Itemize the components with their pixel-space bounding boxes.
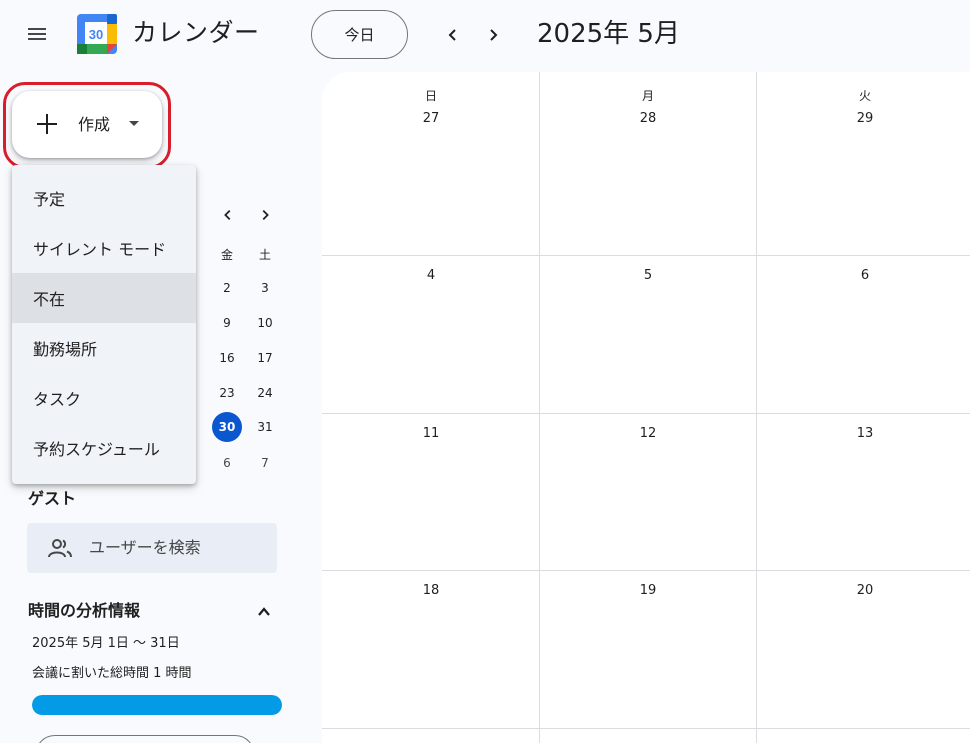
grid-column-divider bbox=[756, 72, 757, 743]
day-cell[interactable]: 18 bbox=[401, 582, 461, 600]
create-button-label: 作成 bbox=[78, 115, 111, 134]
grid-row-divider bbox=[322, 570, 970, 571]
mini-calendar-day[interactable]: 9 bbox=[212, 308, 242, 338]
next-period-button[interactable] bbox=[475, 17, 511, 53]
time-insights-meeting-total: 会議に割いた総時間 1 時間 bbox=[32, 666, 192, 681]
mini-calendar-weekday: 土 bbox=[258, 247, 271, 262]
chevron-left-icon bbox=[448, 29, 456, 41]
time-insights-more-button[interactable] bbox=[35, 735, 255, 743]
guests-section-title: ゲスト bbox=[28, 489, 77, 508]
mini-calendar-day[interactable]: 24 bbox=[250, 378, 280, 408]
mini-calendar-day[interactable]: 3 bbox=[250, 273, 280, 303]
today-button[interactable]: 今日 bbox=[311, 10, 408, 59]
day-cell[interactable]: 4 bbox=[401, 267, 461, 285]
main-menu-button[interactable] bbox=[17, 14, 57, 54]
weekday-header-sunday: 日 bbox=[424, 89, 437, 103]
day-cell[interactable]: 27 bbox=[401, 110, 461, 128]
guest-search-placeholder: ユーザーを検索 bbox=[89, 538, 201, 557]
day-cell[interactable]: 5 bbox=[618, 267, 678, 285]
mini-calendar-day[interactable]: 6 bbox=[212, 448, 242, 478]
mini-calendar-next-button[interactable] bbox=[253, 203, 277, 227]
time-insights-range: 2025年 5月 1日 ～ 31日 bbox=[32, 636, 180, 651]
time-insights-collapse-button[interactable] bbox=[250, 598, 278, 626]
chevron-up-icon bbox=[258, 607, 270, 616]
app-title: カレンダー bbox=[132, 18, 260, 47]
calendar-logo-icon[interactable]: 30 bbox=[77, 14, 117, 54]
previous-period-button[interactable] bbox=[435, 17, 471, 53]
create-button[interactable]: 作成 bbox=[12, 91, 162, 158]
day-cell[interactable]: 28 bbox=[618, 110, 678, 128]
day-cell[interactable]: 6 bbox=[835, 267, 895, 285]
time-insights-progress-bar bbox=[32, 695, 282, 715]
logo-day-number: 30 bbox=[89, 27, 103, 42]
menu-item-task[interactable]: タスク bbox=[12, 373, 196, 423]
menu-item-focus-time[interactable]: サイレント モード bbox=[12, 223, 196, 273]
day-cell[interactable]: 19 bbox=[618, 582, 678, 600]
mini-calendar-day[interactable]: 17 bbox=[250, 343, 280, 373]
weekday-header-tuesday: 火 bbox=[858, 89, 871, 103]
mini-calendar-day[interactable]: 16 bbox=[212, 343, 242, 373]
caret-down-icon bbox=[129, 121, 139, 126]
create-menu: 予定 サイレント モード 不在 勤務場所 タスク 予約スケジュール bbox=[12, 165, 196, 484]
day-cell[interactable]: 11 bbox=[401, 425, 461, 443]
mini-calendar-previous-button[interactable] bbox=[216, 203, 240, 227]
grid-row-divider bbox=[322, 255, 970, 256]
hamburger-menu-icon bbox=[28, 28, 46, 40]
people-icon bbox=[48, 539, 72, 558]
app-header: 30 カレンダー 今日 2025年 5月 bbox=[0, 0, 970, 72]
mini-calendar-weekday: 金 bbox=[220, 247, 233, 262]
mini-calendar-today[interactable]: 30 bbox=[212, 412, 242, 442]
day-cell[interactable]: 20 bbox=[835, 582, 895, 600]
day-cell[interactable]: 13 bbox=[835, 425, 895, 443]
menu-item-working-location[interactable]: 勤務場所 bbox=[12, 323, 196, 373]
grid-row-divider bbox=[322, 728, 970, 729]
mini-calendar-day[interactable]: 10 bbox=[250, 308, 280, 338]
day-cell[interactable]: 29 bbox=[835, 110, 895, 128]
guest-search-input[interactable]: ユーザーを検索 bbox=[27, 523, 277, 573]
plus-icon bbox=[37, 114, 57, 134]
mini-calendar-day[interactable]: 31 bbox=[250, 412, 280, 442]
grid-column-divider bbox=[539, 72, 540, 743]
chevron-left-icon bbox=[224, 210, 231, 220]
grid-row-divider bbox=[322, 413, 970, 414]
time-insights-progress-fill bbox=[32, 695, 282, 715]
weekday-header-monday: 月 bbox=[641, 89, 654, 103]
menu-item-event[interactable]: 予定 bbox=[12, 173, 196, 223]
chevron-right-icon bbox=[262, 210, 269, 220]
current-period-title: 2025年 5月 bbox=[537, 19, 680, 49]
month-grid: 日 月 火 27 28 29 4 5 6 11 12 13 18 19 20 bbox=[322, 72, 970, 743]
day-cell[interactable]: 12 bbox=[618, 425, 678, 443]
time-insights-title: 時間の分析情報 bbox=[28, 601, 141, 620]
chevron-right-icon bbox=[490, 29, 498, 41]
menu-item-appointment-schedule[interactable]: 予約スケジュール bbox=[12, 423, 196, 473]
menu-item-out-of-office[interactable]: 不在 bbox=[12, 273, 196, 323]
mini-calendar-day[interactable]: 7 bbox=[250, 448, 280, 478]
mini-calendar-day[interactable]: 2 bbox=[212, 273, 242, 303]
mini-calendar-day[interactable]: 23 bbox=[212, 378, 242, 408]
